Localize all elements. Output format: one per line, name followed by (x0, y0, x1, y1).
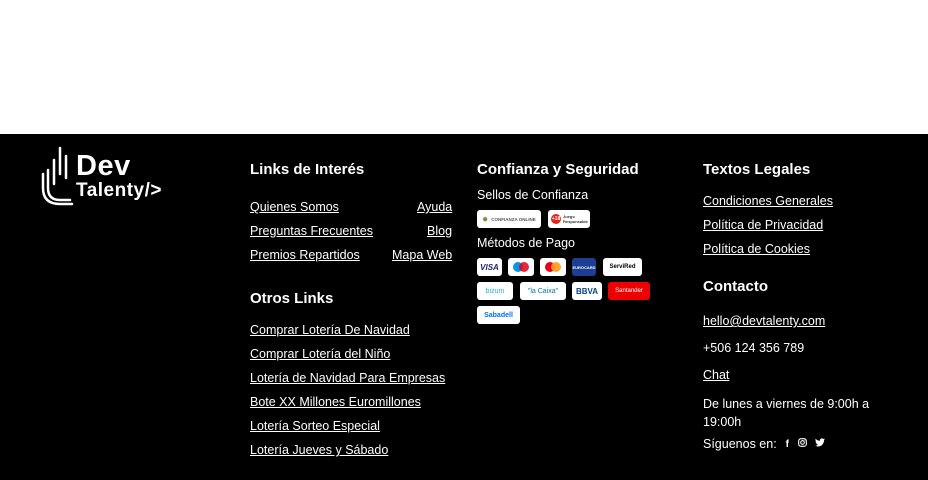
link-politica-cookies[interactable]: Política de Cookies (703, 242, 810, 256)
visa-logo: VISA (477, 258, 502, 276)
hand-icon (41, 146, 74, 206)
confianza-title: Confianza y Seguridad (477, 161, 639, 178)
link-politica-privacidad[interactable]: Política de Privacidad (703, 218, 823, 232)
link-loteria-empresas[interactable]: Lotería de Navidad Para Empresas (250, 371, 445, 385)
link-loteria-jueves-sabado[interactable]: Lotería Jueves y Sábado (250, 443, 388, 457)
sellos-label: Sellos de Confianza (477, 188, 589, 202)
maestro-logo (508, 258, 534, 276)
instagram-icon[interactable] (798, 438, 807, 450)
link-blog[interactable]: Blog (427, 224, 452, 238)
juego-responsable-label: Juego Responsable (563, 214, 588, 224)
confianza-online-seal[interactable]: ● CONFIANZA ONLINE (477, 210, 541, 228)
brand-name-line1: Dev (76, 150, 131, 182)
social-follow: Síguenos en: f (703, 437, 826, 451)
follow-label: Síguenos en: (703, 437, 777, 451)
contact-email-link[interactable]: hello@devtalenty.com (703, 314, 825, 328)
contact-hours: De lunes a viernes de 9:00h a 19:00h (703, 397, 870, 429)
legales-title: Textos Legales (703, 161, 811, 178)
link-comprar-loteria-navidad[interactable]: Comprar Lotería De Navidad (250, 323, 410, 337)
link-premios-repartidos[interactable]: Premios Repartidos (250, 248, 360, 262)
lacaixa-logo: "la Caixa" (520, 282, 566, 300)
contact-phone: +506 124 356 789 (703, 341, 805, 355)
mastercard-logo (540, 258, 566, 276)
chat-link[interactable]: Chat (703, 368, 729, 382)
contacto-title: Contacto (703, 278, 768, 295)
link-loteria-sorteo-especial[interactable]: Lotería Sorteo Especial (250, 419, 380, 433)
confianza-online-label: CONFIANZA ONLINE (491, 216, 536, 222)
brand-logo[interactable]: Dev Talenty/> (40, 144, 180, 208)
top-blank-area (0, 0, 928, 134)
pago-label: Métodos de Pago (477, 236, 575, 250)
bizum-logo: bizum (477, 282, 513, 300)
links-interes-section: Links de Interés (250, 161, 364, 178)
links-interes-title: Links de Interés (250, 161, 365, 178)
brand-name-line2: Talenty/> (76, 180, 162, 201)
otros-links-title: Otros Links (250, 290, 334, 307)
link-ayuda[interactable]: Ayuda (417, 200, 452, 214)
santander-logo: Santander (608, 282, 650, 300)
link-mapa-web[interactable]: Mapa Web (392, 248, 452, 262)
facebook-icon[interactable]: f (786, 439, 789, 450)
eurocard-logo: EUROCARD (572, 258, 596, 276)
twitter-icon[interactable] (815, 438, 826, 450)
link-condiciones-generales[interactable]: Condiciones Generales (703, 194, 833, 208)
link-quienes-somos[interactable]: Quienes Somos (250, 200, 339, 214)
juego-responsable-seal[interactable]: +18 Juego Responsable (548, 210, 590, 228)
sabadell-logo: Sabadell (477, 306, 520, 324)
link-comprar-loteria-nino[interactable]: Comprar Lotería del Niño (250, 347, 390, 361)
link-bote-euromillones[interactable]: Bote XX Millones Euromillones (250, 395, 421, 409)
link-preguntas-frecuentes[interactable]: Preguntas Frecuentes (250, 224, 373, 238)
bbva-logo: BBVA (572, 282, 602, 300)
servired-logo: ServiRed (603, 258, 642, 276)
